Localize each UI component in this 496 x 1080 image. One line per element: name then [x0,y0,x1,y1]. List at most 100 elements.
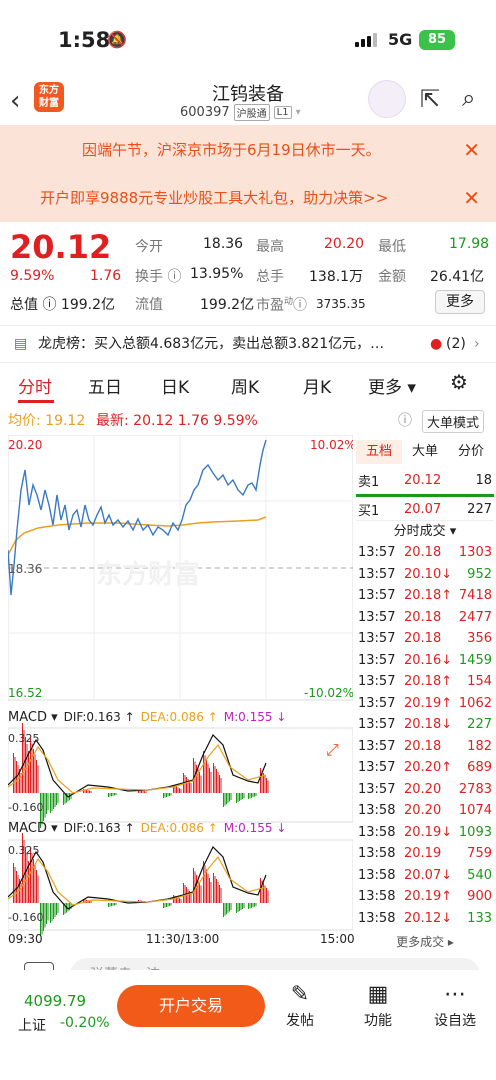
help-icon[interactable]: ⓘ [398,410,412,430]
robot-avatar-icon[interactable] [368,80,406,118]
more-button[interactable]: 更多 [435,290,485,314]
macd-bar [54,793,56,807]
big-order-mode-button[interactable]: 大单模式 [422,410,485,433]
macd-selector[interactable]: MACD ▾ [8,710,58,725]
macd-bar [36,870,37,903]
low-value: 17.98 [449,236,490,252]
more-ticks-link[interactable]: 更多成交 ▸ [356,933,494,950]
intraday-chart[interactable]: 东方财富 20.20 18.36 16.52 10.02% -10.02% 0.… [8,435,353,935]
macd-bar [53,793,54,809]
stock-code: 600397 [180,105,230,120]
macd-bar [53,903,54,919]
macd-bar [114,793,115,796]
tab-price-dist[interactable]: 分价 [448,440,494,464]
macd-bar [199,882,200,903]
close-icon[interactable]: ✕ [463,175,480,222]
expand-icon[interactable]: ⤢ [326,740,339,760]
macd-bar [51,903,53,921]
macd-bar [209,767,210,793]
macd-bar [242,793,243,799]
macd-bar [28,751,29,793]
macd-bar [63,793,64,805]
add-watchlist-button[interactable]: ⋯ 设自选 [434,982,476,1030]
macd-bar [166,793,167,797]
macd-bar [267,890,269,903]
side-tabs: 五档 大单 分价 [356,440,494,464]
macd-bar [210,772,212,793]
macd-bar [213,763,214,793]
macd-top-2: 0.325 [8,844,40,857]
macd-bar [13,863,14,903]
amount-label: 金额 [378,269,406,285]
dragon-tiger-bar[interactable]: ▤ 龙虎榜：买入总额4.683亿元，卖出总额3.821亿元，… ● (2) › [0,325,496,363]
tab-intraday[interactable]: 分时 [18,373,52,398]
watermark: 东方财富 [96,559,200,589]
macd-bar [14,867,16,903]
macd-bar [263,883,264,903]
functions-button[interactable]: ▦ 功能 [364,982,392,1030]
promo-text[interactable]: 开户即享9888元专业炒股工具大礼包，助力决策>> [40,189,388,207]
macd-bar [30,738,31,793]
macd-bar [227,903,229,913]
share-icon[interactable]: ⇱ [420,85,440,113]
macd-legend-2: MACD ▾ DIF:0.163 ↑ DEA:0.086 ↑ M:0.155 ↓ [8,821,286,836]
tick-row: 13:57 20.16↓ 1459 [358,652,492,668]
search-icon[interactable]: ⌕ [462,84,475,112]
macd-bar [230,903,232,910]
tick-row: 13:57 20.18 182 [358,738,492,754]
promo-banner[interactable]: 开户即享9888元专业炒股工具大礼包，助力决策>> ✕ [0,175,496,222]
holiday-text: 因端午节，沪深京市场于6月19日休市一天。 [82,141,381,159]
close-icon[interactable]: ✕ [463,125,480,175]
macd-selector[interactable]: MACD ▾ [8,821,58,836]
tab-big-orders[interactable]: 大单 [402,440,448,464]
macd-bar [90,901,92,903]
pe-label: 市盈动ⓘ [256,297,308,314]
high-value: 20.20 [324,236,365,252]
macd-bar [240,793,242,800]
macd-bar [206,869,207,903]
high-label: 最高 [256,239,284,255]
macd-bar [46,903,47,924]
macd-bar [179,898,180,903]
macd-bar [167,903,169,907]
macd-bar [180,789,182,793]
tab-five-levels[interactable]: 五档 [356,440,402,464]
macd-bar [89,790,90,793]
macd-bar [200,885,202,903]
macd-bars-2 [13,833,269,935]
settings-gear-icon[interactable]: ⚙ [450,370,468,394]
macd-bar [111,903,112,907]
open-account-button[interactable]: 开户交易 [117,985,265,1027]
turnover-value: 13.95% [190,266,244,282]
macd-bar [170,793,172,796]
macd-dif-1 [8,733,267,798]
tab-daily-k[interactable]: 日K [161,373,189,398]
post-button[interactable]: ✎ 发帖 [286,982,314,1030]
macd-bar [248,903,249,909]
macd-bar [112,903,114,906]
dropdown-icon[interactable]: ▾ [296,107,301,118]
tab-monthly-k[interactable]: 月K [303,373,331,398]
macd-bar [219,885,220,903]
tab-more[interactable]: 更多 ▾ [368,373,416,398]
tab-weekly-k[interactable]: 周K [231,373,259,398]
macd-bar [16,871,17,903]
macd-bar [249,903,251,909]
macd-bar [239,793,240,801]
tab-5day[interactable]: 五日 [88,373,122,398]
macd-bar [25,737,26,793]
signal-icon [355,33,377,47]
macd-bar [230,793,232,800]
macd-bar [34,864,36,903]
price-axis-mid: 18.36 [8,562,42,576]
macd-bar [242,903,243,909]
macd-bar [179,788,180,793]
macd-bar [67,903,69,912]
macd-bar [249,793,251,799]
hk-connect-tag: 沪股通 [233,104,270,121]
price-axis-bottom: 16.52 [8,686,42,700]
time-axis-mid: 11:30/13:00 [146,932,220,946]
tick-row: 13:58 20.19↑ 900 [358,889,492,905]
macd-bar [183,883,184,903]
macd-bar [190,783,192,793]
